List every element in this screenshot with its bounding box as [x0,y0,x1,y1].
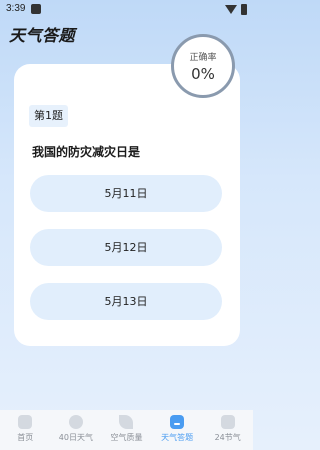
home-icon [18,415,33,429]
nav-item-home[interactable]: 首页 [1,415,49,443]
app-notification-icon [31,4,41,14]
accuracy-value: 0% [191,64,215,83]
answer-option-3[interactable]: 5月13日 [30,283,222,320]
answer-option-1[interactable]: 5月11日 [30,175,222,212]
solar-term-icon [220,415,235,429]
nav-label-40day: 40日天气 [58,433,93,442]
weather-icon [68,415,83,429]
nav-item-weather-quiz[interactable]: 天气答题 [153,415,201,443]
status-time: 3:39 [6,3,26,14]
wifi-icon [225,5,237,14]
accuracy-label: 正确率 [189,52,217,63]
nav-item-solar-terms[interactable]: 24节气 [204,415,252,443]
status-bar: 3:39 [0,0,253,20]
battery-icon [241,4,247,15]
bottom-nav: 首页 40日天气 空气质量 天气答题 24节气 [0,410,253,450]
nav-item-air-quality[interactable]: 空气质量 [102,415,150,443]
accuracy-badge: 正确率 0% [171,34,235,98]
app-title: 天气答题 [9,26,76,45]
leaf-icon [119,415,134,429]
question-text: 我国的防灾减灾日是 [32,145,141,159]
nav-item-40day[interactable]: 40日天气 [52,415,100,443]
nav-label-weather-quiz: 天气答题 [161,433,194,442]
nav-label-solar-terms: 24节气 [214,433,241,442]
nav-label-home: 首页 [17,433,34,442]
nav-label-air-quality: 空气质量 [110,433,143,442]
answer-option-2[interactable]: 5月12日 [30,229,222,266]
status-indicators [225,4,247,15]
question-number: 第1题 [29,105,68,127]
quiz-icon [170,415,185,429]
